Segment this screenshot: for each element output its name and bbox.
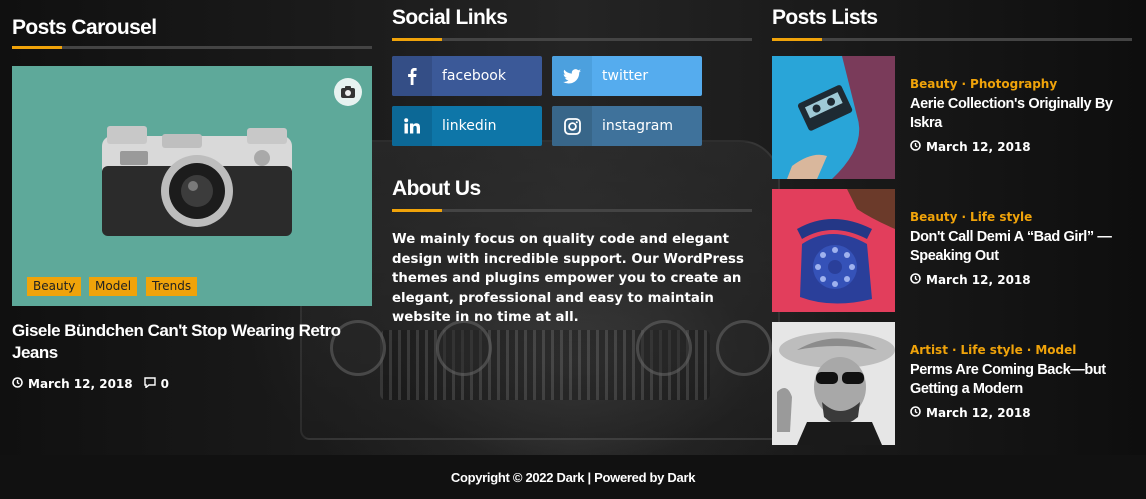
heading-rule: [392, 209, 752, 212]
carousel-heading: Posts Carousel: [12, 16, 157, 39]
heading-accent: [772, 38, 822, 41]
category-separator: ·: [961, 210, 967, 224]
instagram-label: instagram: [602, 118, 673, 134]
category-link[interactable]: Artist: [910, 343, 948, 357]
twitter-button[interactable]: twitter: [552, 56, 702, 96]
background-headlight: [436, 320, 492, 376]
category-link[interactable]: Life style: [961, 343, 1023, 357]
category-link[interactable]: Life style: [970, 210, 1032, 224]
category-separator: ·: [1026, 343, 1032, 357]
post-categories: Beauty · Photography: [910, 77, 1057, 91]
tag-beauty[interactable]: Beauty: [27, 277, 82, 296]
social-heading: Social Links: [392, 6, 508, 29]
post-meta: March 12, 2018: [910, 140, 1031, 154]
camera-icon[interactable]: [334, 78, 362, 106]
facebook-icon: [392, 56, 432, 96]
category-separator: ·: [951, 343, 957, 357]
posts-heading: Posts Lists: [772, 6, 878, 29]
post-categories: Beauty · Life style: [910, 210, 1032, 224]
background-headlight: [636, 320, 692, 376]
category-link[interactable]: Photography: [970, 77, 1057, 91]
clock-icon: [910, 140, 921, 154]
heading-accent: [392, 38, 442, 41]
instagram-button[interactable]: instagram: [552, 106, 702, 146]
post-meta: March 12, 2018: [910, 273, 1031, 287]
category-link[interactable]: Beauty: [910, 210, 957, 224]
about-heading: About Us: [392, 177, 481, 200]
facebook-label: facebook: [442, 68, 506, 84]
post-thumbnail[interactable]: [772, 189, 895, 312]
heading-accent: [392, 209, 442, 212]
tag-trends[interactable]: Trends: [146, 277, 198, 296]
linkedin-label: linkedin: [442, 118, 497, 134]
camera-illustration: [102, 126, 292, 236]
post-date[interactable]: March 12, 2018: [926, 273, 1031, 287]
post-thumbnail[interactable]: [772, 56, 895, 179]
heading-rule: [12, 46, 372, 49]
about-text: We mainly focus on quality code and eleg…: [392, 232, 744, 325]
post-date[interactable]: March 12, 2018: [28, 377, 133, 391]
clock-icon: [910, 406, 921, 420]
tag-model[interactable]: Model: [89, 277, 138, 296]
post-meta: March 12, 2018: [910, 406, 1031, 420]
heading-rule: [392, 38, 752, 41]
instagram-icon: [552, 106, 592, 146]
post-date[interactable]: March 12, 2018: [926, 140, 1031, 154]
post-date[interactable]: March 12, 2018: [926, 406, 1031, 420]
facebook-button[interactable]: facebook: [392, 56, 542, 96]
category-link[interactable]: Beauty: [910, 77, 957, 91]
twitter-icon: [552, 56, 592, 96]
linkedin-icon: [392, 106, 432, 146]
linkedin-button[interactable]: linkedin: [392, 106, 542, 146]
carousel-post-meta: March 12, 2018 0: [12, 377, 169, 391]
heading-accent: [12, 46, 62, 49]
category-separator: ·: [961, 77, 967, 91]
post-title[interactable]: Don't Call Demi A “Bad Girl” — Speaking …: [910, 228, 1138, 266]
copyright-text: Copyright © 2022 Dark | Powered by Dark: [450, 469, 696, 485]
post-title[interactable]: Perms Are Coming Back—but Getting a Mode…: [910, 361, 1138, 399]
site-footer: Copyright © 2022 Dark | Powered by Dark: [0, 455, 1146, 499]
carousel-image[interactable]: [12, 66, 372, 306]
post-categories: Artist · Life style · Model: [910, 343, 1076, 357]
comment-count[interactable]: 0: [161, 377, 169, 391]
background-headlight: [716, 320, 772, 376]
clock-icon: [910, 273, 921, 287]
comment-icon: [143, 377, 156, 391]
post-thumbnail[interactable]: [772, 322, 895, 445]
heading-rule: [772, 38, 1132, 41]
carousel-post-title[interactable]: Gisele Bündchen Can't Stop Wearing Retro…: [12, 320, 362, 364]
category-link[interactable]: Model: [1035, 343, 1076, 357]
twitter-label: twitter: [602, 68, 649, 84]
clock-icon: [12, 377, 23, 391]
post-title[interactable]: Aerie Collection's Originally By Iskra: [910, 95, 1138, 133]
